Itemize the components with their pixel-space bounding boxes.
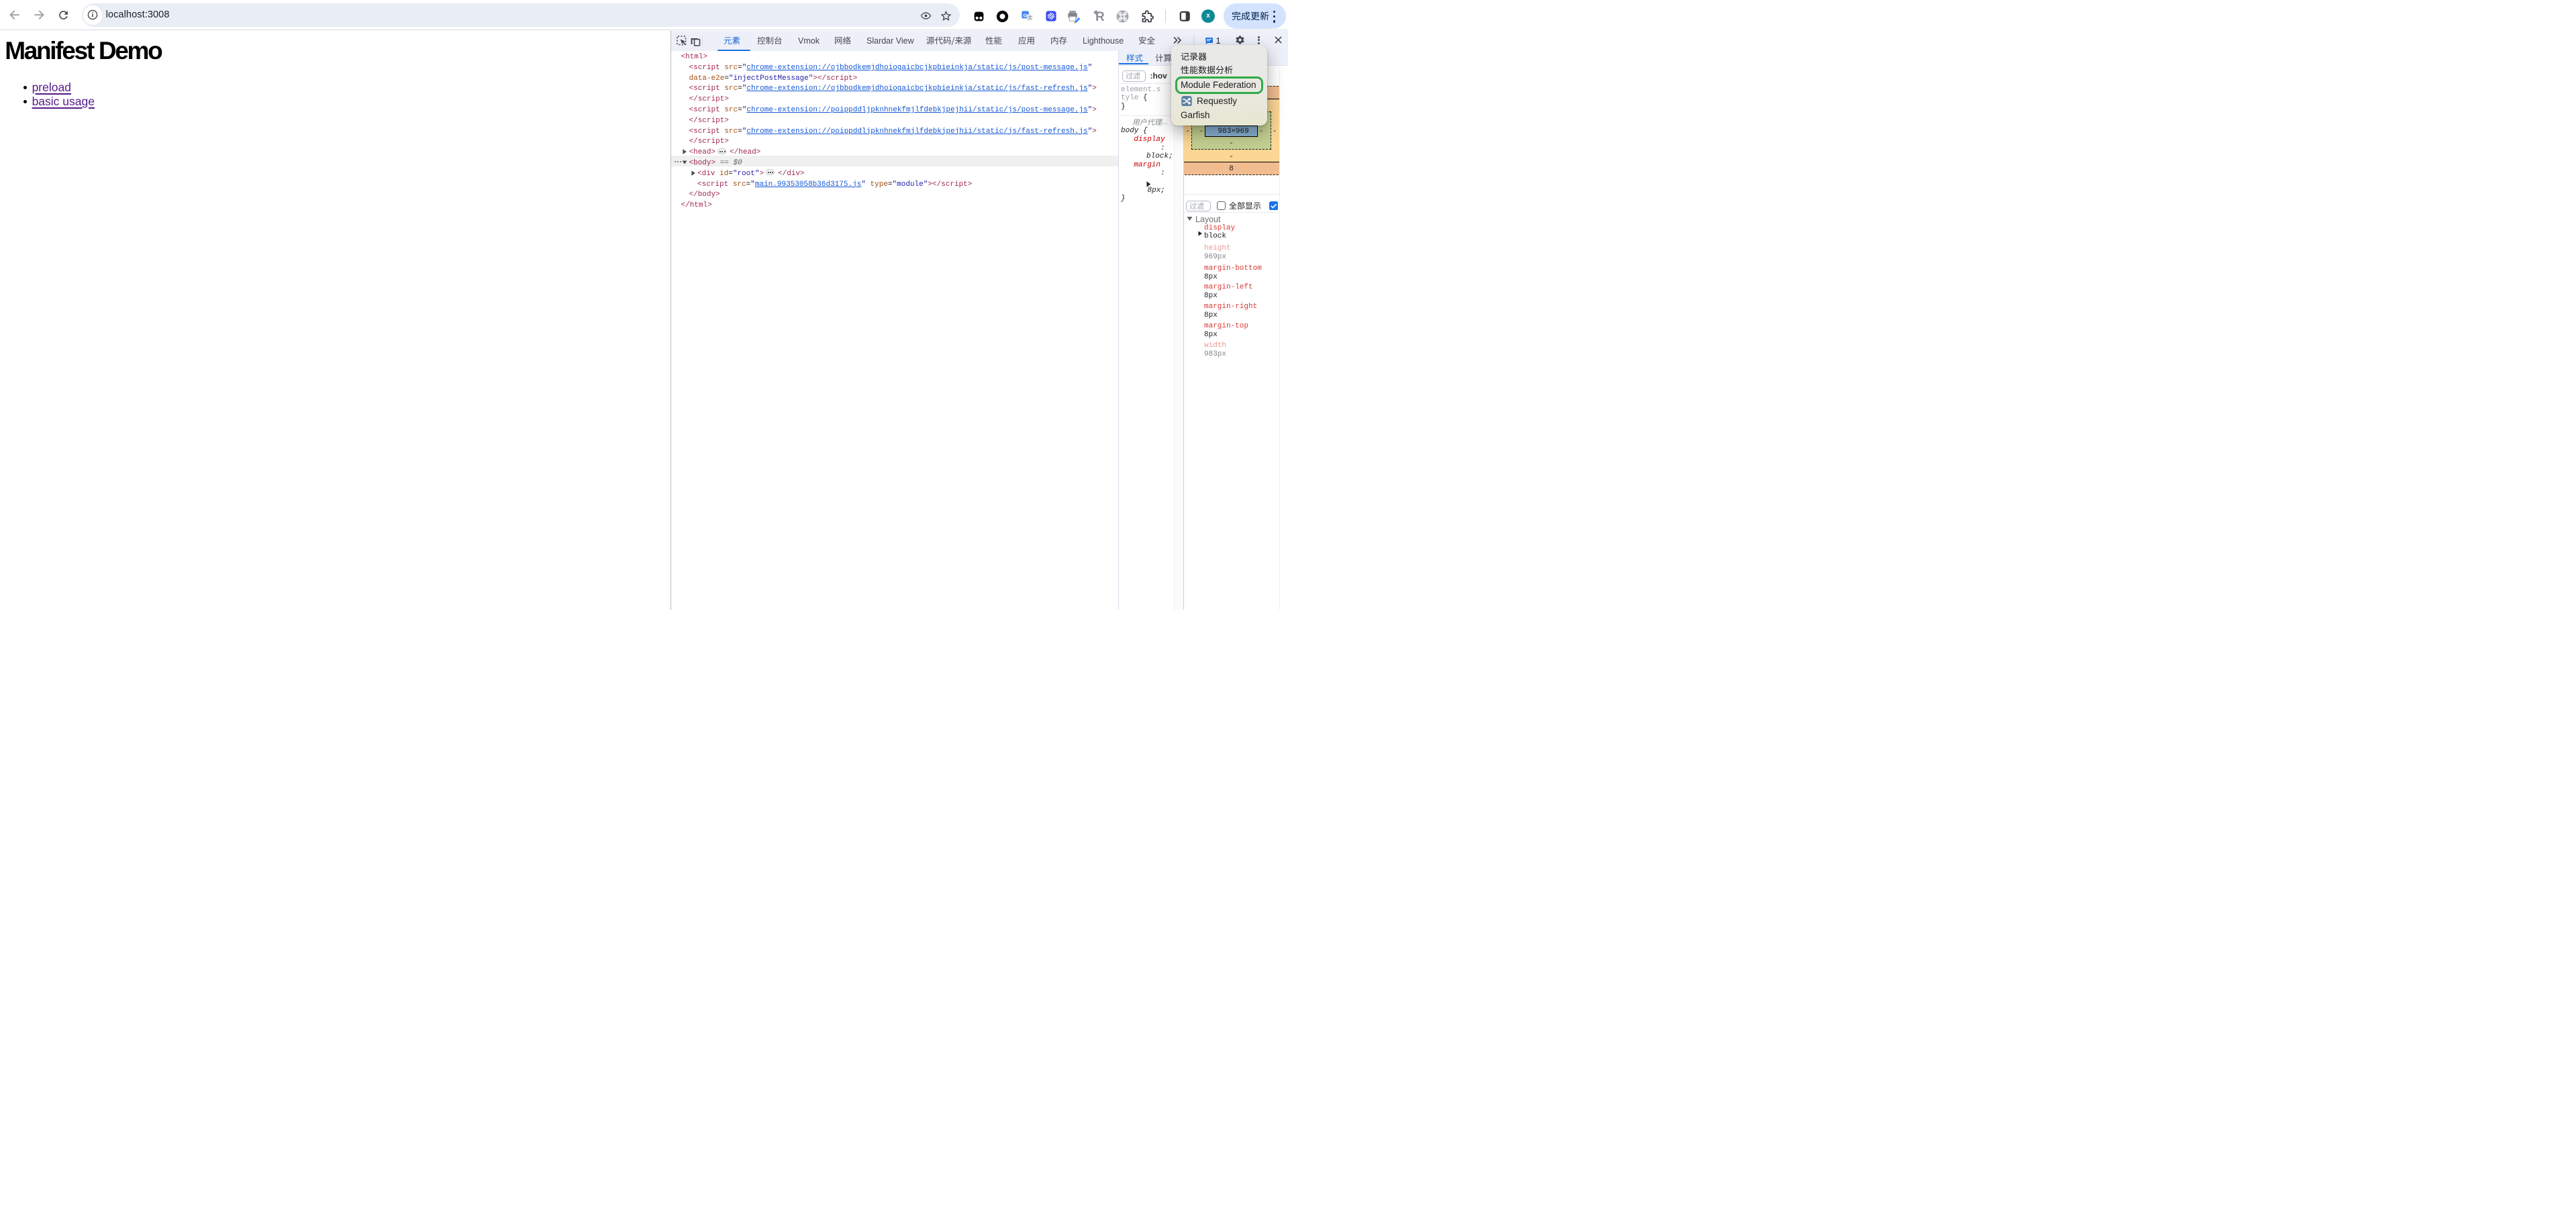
svg-text:文: 文 (1028, 14, 1032, 20)
svg-text:G: G (1024, 12, 1028, 18)
